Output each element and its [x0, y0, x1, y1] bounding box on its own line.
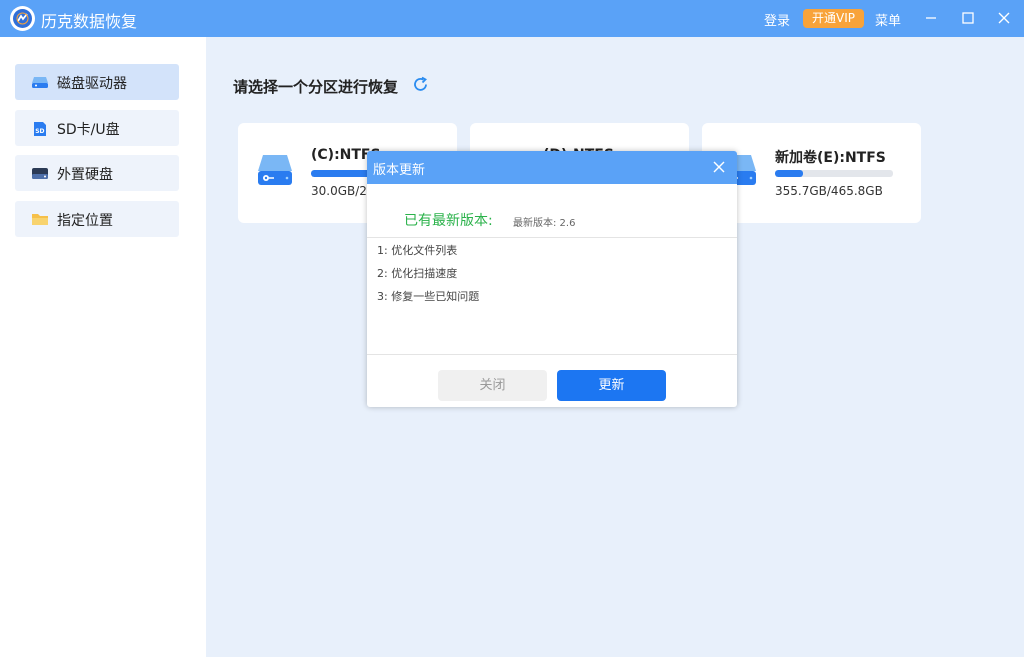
partition-size: 30.0GB/24	[311, 184, 375, 198]
version-number: 最新版本: 2.6	[513, 218, 576, 229]
refresh-icon[interactable]	[411, 75, 430, 94]
release-note-item: 2: 优化扫描速度	[377, 267, 458, 280]
dialog-header: 版本更新	[367, 151, 737, 184]
sidebar-item-sd-card[interactable]: SD SD卡/U盘	[15, 110, 179, 146]
release-note-item: 1: 优化文件列表	[377, 244, 458, 257]
version-update-dialog: 版本更新 已有最新版本: 最新版本: 2.6 1: 优化文件列表 2: 优化扫描…	[367, 151, 737, 407]
update-button[interactable]: 更新	[557, 370, 666, 401]
external-drive-icon	[31, 165, 49, 181]
usage-bar	[775, 170, 893, 177]
folder-icon	[31, 211, 49, 227]
partition-name: 新加卷(E):NTFS	[775, 150, 886, 166]
vip-button[interactable]: 开通VIP	[803, 9, 864, 28]
release-notes: 1: 优化文件列表 2: 优化扫描速度 3: 修复一些已知问题	[367, 237, 737, 355]
svg-text:SD: SD	[35, 128, 44, 135]
release-note-item: 3: 修复一些已知问题	[377, 290, 480, 303]
page-title: 请选择一个分区进行恢复	[233, 78, 399, 96]
latest-version-label: 已有最新版本:	[404, 213, 493, 229]
app-title: 历克数据恢复	[41, 12, 138, 31]
sidebar-item-label: 指定位置	[57, 213, 113, 229]
dialog-close-button[interactable]: 关闭	[438, 370, 547, 401]
sidebar: 磁盘驱动器 SD SD卡/U盘 外置硬盘 指定位置	[0, 37, 206, 657]
dialog-title: 版本更新	[373, 163, 426, 178]
maximize-icon[interactable]	[959, 9, 977, 27]
usage-bar-fill	[775, 170, 804, 177]
login-link[interactable]: 登录	[764, 10, 790, 29]
sidebar-item-label: 磁盘驱动器	[57, 76, 127, 92]
sidebar-item-label: SD卡/U盘	[57, 122, 120, 138]
close-icon[interactable]	[711, 159, 727, 175]
sidebar-item-specified-location[interactable]: 指定位置	[15, 201, 179, 237]
minimize-icon[interactable]	[922, 9, 940, 27]
sidebar-item-label: 外置硬盘	[57, 167, 113, 183]
title-bar: 历克数据恢复 登录 开通VIP 菜单	[0, 0, 1024, 37]
app-logo-icon	[10, 6, 35, 31]
partition-size: 355.7GB/465.8GB	[775, 184, 883, 198]
sidebar-item-external-drive[interactable]: 外置硬盘	[15, 155, 179, 191]
close-window-icon[interactable]	[995, 9, 1013, 27]
hard-drive-icon	[31, 74, 49, 90]
sidebar-item-disk-drive[interactable]: 磁盘驱动器	[15, 64, 179, 100]
hard-drive-icon	[258, 155, 292, 185]
sd-card-icon: SD	[31, 120, 49, 136]
menu-link[interactable]: 菜单	[875, 10, 901, 29]
